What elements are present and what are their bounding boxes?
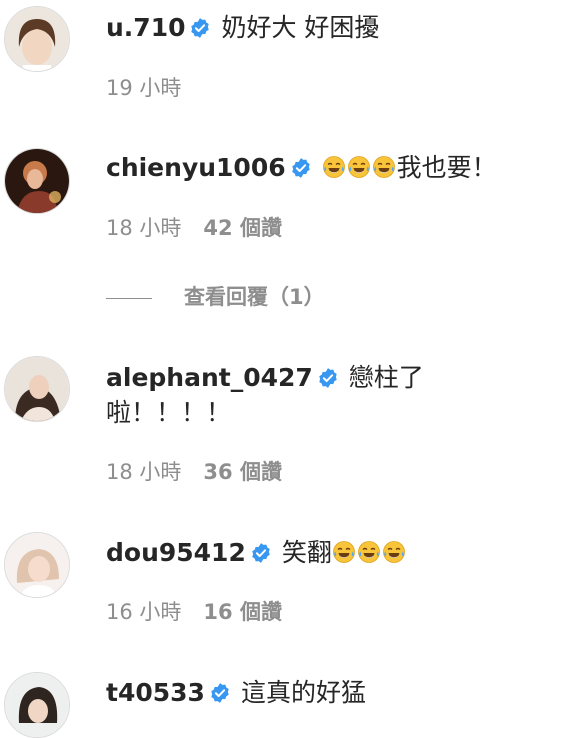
comment-text: 笑翻 (281, 538, 332, 567)
comment-text: 我也要！ (396, 153, 497, 182)
view-replies-label: 查看回覆（1） (184, 285, 325, 309)
comment-text: 奶好大 好困擾 (221, 13, 380, 42)
face-with-tears-of-joy-icon (322, 155, 345, 179)
verified-badge-icon (210, 682, 230, 704)
avatar[interactable] (4, 532, 70, 598)
username[interactable]: alephant_0427 (106, 363, 313, 392)
avatar-image (5, 673, 69, 737)
avatar-image (5, 357, 69, 421)
avatar-image (5, 149, 69, 213)
face-with-tears-of-joy-icon (372, 155, 395, 179)
comment-meta: 18 小時 36 個讚 (106, 458, 282, 486)
timestamp: 16 小時 (106, 600, 182, 624)
verified-badge-icon (251, 542, 271, 564)
comment-meta: 19 小時 (106, 74, 181, 102)
avatar[interactable] (4, 6, 70, 72)
username[interactable]: dou95412 (106, 538, 246, 567)
comment-text-continued: 啦！！！！ (106, 398, 232, 427)
timestamp: 18 小時 (106, 460, 182, 484)
face-with-tears-of-joy-icon (347, 155, 370, 179)
divider-line (106, 297, 152, 299)
face-with-tears-of-joy-icon (357, 540, 381, 564)
avatar[interactable] (4, 356, 70, 422)
comment-text: 這真的好猛 (240, 678, 366, 707)
username[interactable]: t40533 (106, 678, 205, 707)
verified-badge-icon (190, 17, 211, 39)
comment-line: alephant_0427 戀柱了 (106, 360, 556, 396)
avatar[interactable] (4, 672, 70, 738)
username[interactable]: u.710 (106, 13, 185, 42)
timestamp: 18 小時 (106, 216, 182, 240)
like-count[interactable]: 42 個讚 (203, 216, 282, 240)
comment-line: t40533 這真的好猛 (106, 675, 556, 711)
comment-meta: 16 小時 16 個讚 (106, 598, 282, 626)
verified-badge-icon (290, 157, 311, 179)
avatar[interactable] (4, 148, 70, 214)
face-with-tears-of-joy-icon (382, 540, 406, 564)
like-count[interactable]: 16 個讚 (203, 600, 282, 624)
comment-text: 戀柱了 (348, 363, 424, 392)
avatar-image (5, 7, 69, 71)
username[interactable]: chienyu1006 (106, 153, 286, 182)
comment-line-continued: 啦！！！！ (106, 395, 231, 431)
timestamp: 19 小時 (106, 76, 182, 100)
comment-line: chienyu1006 我也要！ (106, 150, 556, 186)
comment-line: u.710 奶好大 好困擾 (106, 10, 556, 46)
face-with-tears-of-joy-icon (332, 540, 356, 564)
avatar-image (5, 533, 69, 597)
like-count[interactable]: 36 個讚 (203, 460, 282, 484)
view-replies-button[interactable]: 查看回覆（1） (106, 282, 325, 312)
comment-line: dou95412 笑翻 (106, 535, 556, 571)
comment-meta: 18 小時 42 個讚 (106, 214, 282, 242)
verified-badge-icon (318, 367, 338, 389)
